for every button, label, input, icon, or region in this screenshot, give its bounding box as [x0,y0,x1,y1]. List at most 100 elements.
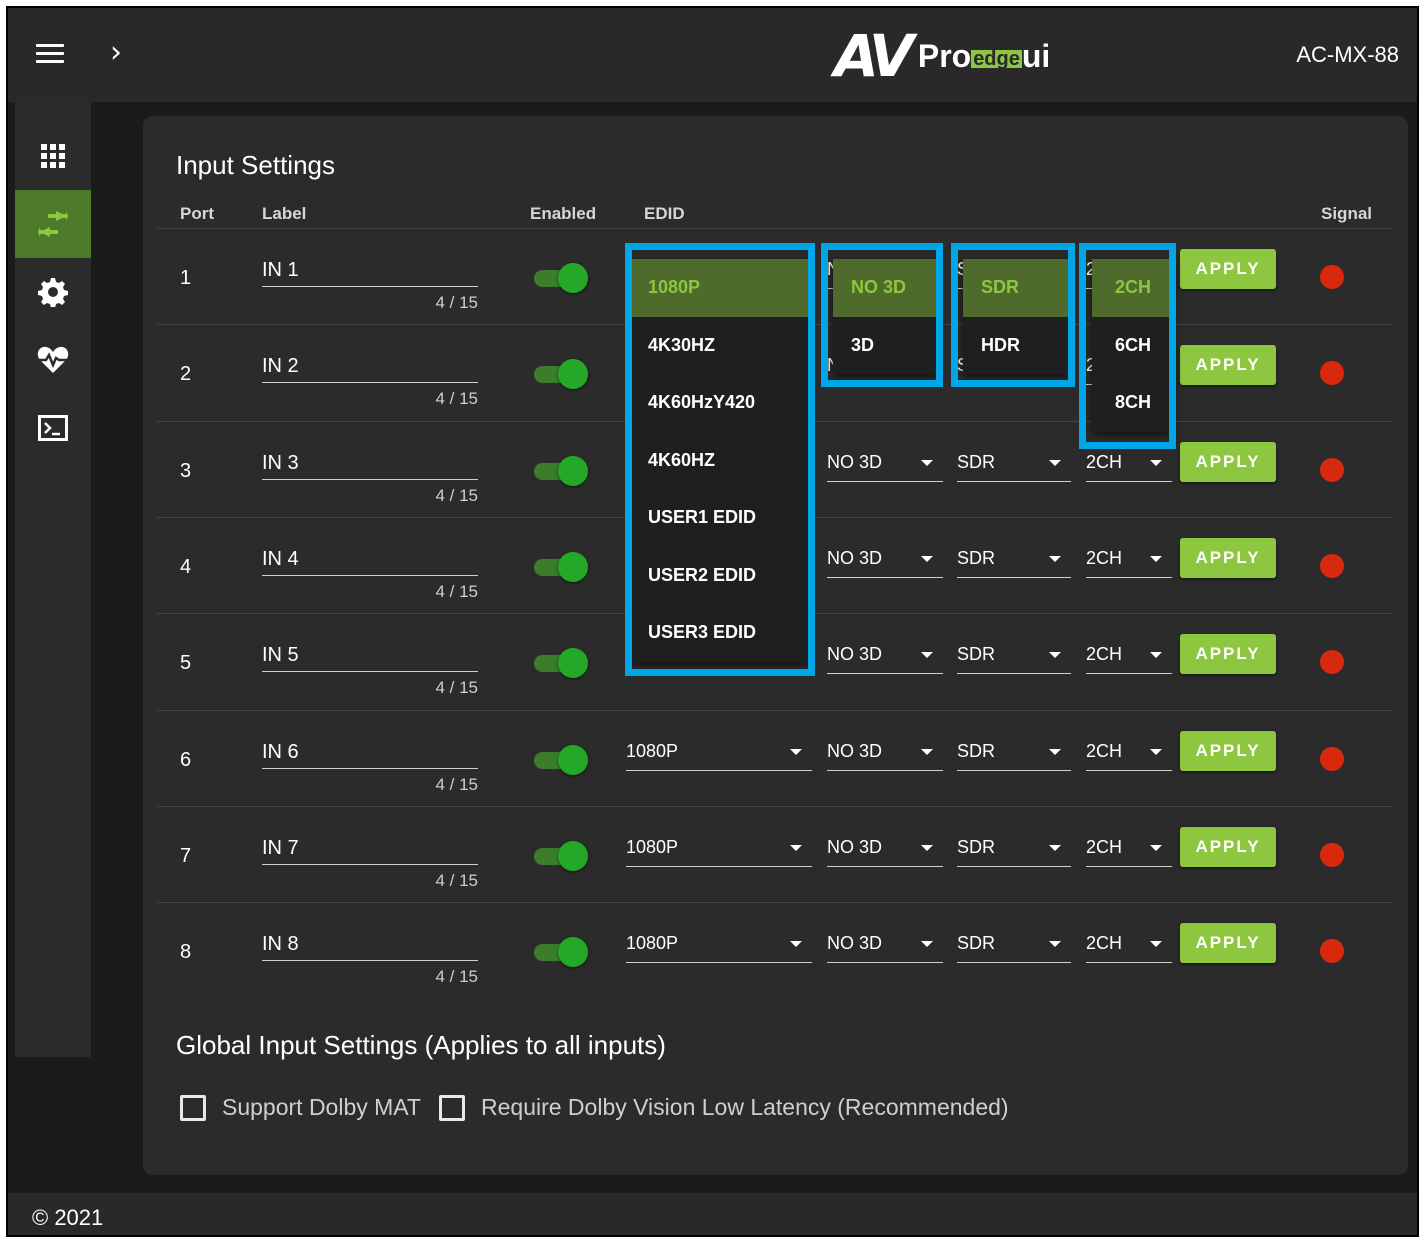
channels-select[interactable]: 2CH [1086,837,1172,867]
input-row: 8 IN 8 4 / 15 1080P NO 3D SDR 2CH APPLY [157,902,1393,998]
channels-select[interactable]: 2CH [1086,741,1172,771]
apply-button[interactable]: APPLY [1180,345,1276,386]
edid-option[interactable]: USER3 EDID [632,604,808,662]
dropdown-arrow-icon [790,941,802,948]
sidebar-item-settings[interactable] [15,258,91,326]
edid-option[interactable]: 1080P [632,259,808,317]
dolby-vision-label: Require Dolby Vision Low Latency (Recomm… [481,1094,1009,1120]
hdr-select[interactable]: SDR [957,837,1071,867]
dolby-mat-checkbox[interactable]: Support Dolby MAT [180,1094,421,1121]
channels-value: 2CH [1086,836,1123,857]
dropdown-arrow-icon [790,748,802,755]
channels-select[interactable]: 2CH [1086,548,1172,578]
channels-select[interactable]: 2CH [1086,644,1172,675]
apply-button[interactable]: APPLY [1180,634,1276,675]
hdr-select[interactable]: SDR [957,933,1071,964]
port-number: 4 [180,555,192,578]
dropdown-arrow-icon [1150,459,1162,466]
edid-option[interactable]: 4K30HZ [632,317,808,375]
header-label: Label [262,204,307,223]
hamburger-icon[interactable] [36,44,64,66]
dolby-mat-label: Support Dolby MAT [222,1094,421,1120]
edid-option[interactable]: 4K60HzY420 [632,374,808,432]
hdr-select[interactable]: SDR [957,548,1071,578]
label-input[interactable]: IN 3 [262,452,478,480]
label-input[interactable]: IN 7 [262,837,478,865]
channels-option[interactable]: 6CH [1092,317,1174,375]
edid-select[interactable]: 1080P [626,837,812,867]
edid-select[interactable]: 1080P [626,933,812,964]
edid-value: 1080P [626,933,679,954]
3d-option[interactable]: NO 3D [833,259,939,317]
dropdown-arrow-icon [1049,555,1061,562]
edid-option[interactable]: USER1 EDID [632,489,808,547]
channels-select[interactable]: 2CH [1086,933,1172,964]
enabled-toggle[interactable] [532,455,588,486]
checkbox-icon[interactable] [180,1094,206,1121]
sidebar-item-health[interactable] [15,326,91,394]
header-port: Port [180,204,214,223]
enabled-toggle[interactable] [532,840,588,871]
enabled-toggle[interactable] [532,648,588,679]
apply-button[interactable]: APPLY [1180,826,1276,867]
enabled-toggle[interactable] [532,359,588,390]
3d-value: NO 3D [827,451,883,472]
top-bar: › AV Pro edge ui AC-MX-88 [8,8,1417,102]
channels-option[interactable]: 8CH [1092,374,1174,432]
dropdown-arrow-icon [1150,652,1162,659]
channels-value: 2CH [1086,644,1123,665]
checkbox-icon[interactable] [439,1094,465,1121]
apply-button[interactable]: APPLY [1180,923,1276,964]
edid-option[interactable]: USER2 EDID [632,547,808,605]
label-input[interactable]: IN 1 [262,259,478,287]
label-input[interactable]: IN 4 [262,548,478,576]
char-counter: 4 / 15 [435,485,478,505]
3d-select[interactable]: NO 3D [827,548,943,578]
enabled-toggle[interactable] [532,263,588,293]
edid-select[interactable]: 1080P [626,741,812,771]
hdr-select[interactable]: SDR [957,644,1071,675]
hdr-option[interactable]: SDR [963,259,1069,317]
apply-button[interactable]: APPLY [1180,441,1276,482]
chevron-right-icon[interactable]: › [110,38,122,68]
header-edid: EDID [644,204,685,223]
port-number: 7 [180,844,192,867]
apply-button[interactable]: APPLY [1180,249,1276,289]
apply-button[interactable]: APPLY [1180,730,1276,771]
3d-option[interactable]: 3D [833,317,939,375]
char-counter: 4 / 15 [435,967,478,987]
label-input[interactable]: IN 2 [262,355,478,384]
hdr-option[interactable]: HDR [963,317,1069,375]
swap-arrows-icon [38,211,68,237]
edid-option[interactable]: 4K60HZ [632,432,808,490]
3d-select[interactable]: NO 3D [827,741,943,771]
dolby-vision-checkbox[interactable]: Require Dolby Vision Low Latency (Recomm… [439,1094,1009,1121]
label-input[interactable]: IN 8 [262,933,478,962]
enabled-toggle[interactable] [532,744,588,775]
dropdown-arrow-icon [921,459,933,466]
enabled-toggle[interactable] [532,937,588,968]
hdr-value: SDR [957,644,996,665]
hdr-value: SDR [957,547,996,568]
header-signal: Signal [1321,204,1373,223]
hdr-dropdown-menu: SDR HDR [963,259,1069,374]
sidebar-item-dashboard[interactable] [15,122,91,190]
channels-value: 2CH [1086,451,1123,472]
3d-select[interactable]: NO 3D [827,837,943,867]
enabled-toggle[interactable] [532,551,588,582]
dropdown-arrow-icon [1150,941,1162,948]
hdr-select[interactable]: SDR [957,452,1071,482]
hdr-select[interactable]: SDR [957,741,1071,771]
sidebar-item-console[interactable] [15,394,91,462]
channels-select[interactable]: 2CH [1086,452,1172,482]
sidebar-item-routing[interactable] [15,190,91,258]
label-input[interactable]: IN 6 [262,741,478,769]
apply-button[interactable]: APPLY [1180,537,1276,578]
3d-select[interactable]: NO 3D [827,933,943,964]
3d-select[interactable]: NO 3D [827,452,943,482]
channels-option[interactable]: 2CH [1092,259,1174,317]
label-input[interactable]: IN 5 [262,644,478,673]
dropdown-arrow-icon [790,844,802,851]
3d-select[interactable]: NO 3D [827,644,943,675]
heart-pulse-icon [37,346,69,373]
